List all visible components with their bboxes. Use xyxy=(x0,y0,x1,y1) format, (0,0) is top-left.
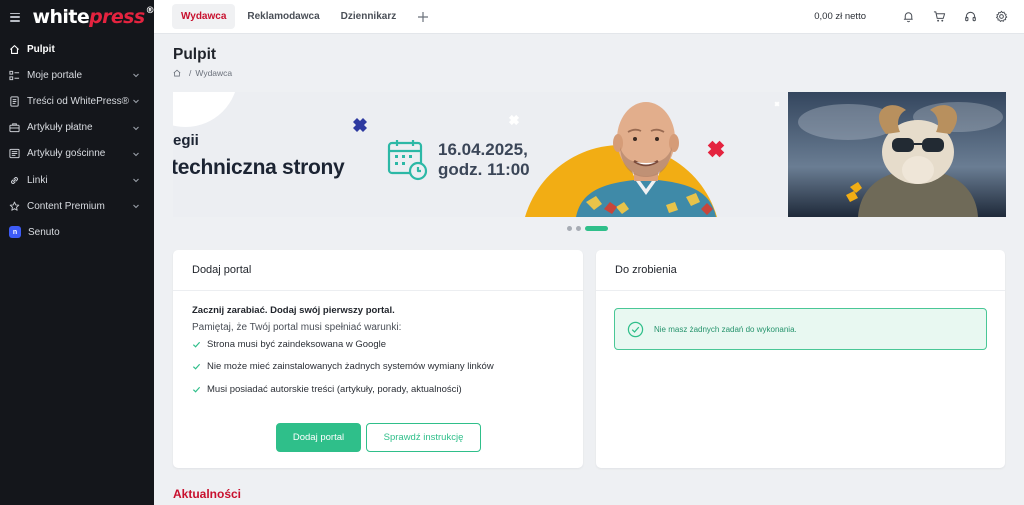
sidebar-nav: Pulpit Moje portale Treści od WhitePress… xyxy=(0,36,154,246)
sidebar-item-tresci[interactable]: Treści od WhitePress® xyxy=(0,88,154,114)
requirement-text: Strona musi być zaindeksowana w Google xyxy=(207,338,387,350)
grid-list-icon xyxy=(9,70,20,81)
chevron-down-icon xyxy=(133,178,139,183)
banner-decor-circle xyxy=(173,92,238,127)
senuto-logo-icon: n xyxy=(9,226,21,239)
add-portal-subtitle: Pamiętaj, że Twój portal musi spełniać w… xyxy=(192,322,402,333)
main-content: Pulpit / Wydawca egii techniczna strony … xyxy=(154,35,1024,505)
whitepress-logo[interactable]: white press ® xyxy=(32,5,155,28)
headset-icon[interactable] xyxy=(964,10,977,23)
check-instructions-button[interactable]: Sprawdź instrukcję xyxy=(366,423,481,452)
add-portal-actions: Dodaj portal Sprawdź instrukcję xyxy=(276,423,481,452)
tab-wydawca[interactable]: Wydawca xyxy=(172,4,236,29)
chevron-down-icon xyxy=(133,152,139,157)
news-section-title: Aktualności xyxy=(173,487,242,501)
logo-registered-mark: ® xyxy=(145,5,155,16)
banner-headline-line2: techniczna strony xyxy=(173,156,345,179)
newspaper-icon xyxy=(9,148,20,159)
menu-toggle-icon[interactable] xyxy=(10,12,20,22)
home-icon xyxy=(9,44,20,55)
promo-banner-webinar[interactable]: egii techniczna strony 16.04.2025, godz.… xyxy=(173,92,787,217)
sidebar-item-label: Moje portale xyxy=(27,69,83,81)
chevron-down-icon xyxy=(133,126,139,130)
sidebar-item-linki[interactable]: Linki xyxy=(0,167,154,193)
top-bar-actions: 0,00 zł netto xyxy=(814,10,1008,23)
logo-text-press: press xyxy=(89,5,145,28)
decor-cross-icon xyxy=(508,114,520,126)
decor-cross-icon xyxy=(353,118,367,132)
banner-time-text: godz. 11:00 xyxy=(438,160,530,180)
top-bar: Wydawca Reklamodawca Dziennikarz 0,00 zł… xyxy=(154,0,1024,34)
todo-empty-message: Nie masz żadnych zadań do wykonania. xyxy=(654,324,797,334)
sidebar-item-artykuly-goscinne[interactable]: Artykuły gościnne xyxy=(0,141,154,167)
add-portal-button[interactable]: Dodaj portal xyxy=(276,423,361,452)
card-title: Dodaj portal xyxy=(173,250,583,291)
decor-cross-icon xyxy=(707,140,725,158)
sidebar-item-senuto[interactable]: n Senuto xyxy=(0,219,154,245)
sidebar-item-label: Artykuły gościnne xyxy=(27,148,106,160)
chevron-down-icon xyxy=(133,100,139,104)
sidebar-item-content-premium[interactable]: Content Premium xyxy=(0,193,154,219)
requirement-text: Nie może mieć zainstalowanych żadnych sy… xyxy=(207,361,494,373)
carousel-indicators xyxy=(567,226,612,231)
carousel-dot[interactable] xyxy=(576,226,581,231)
tab-reklamodawca[interactable]: Reklamodawca xyxy=(238,4,328,29)
banner-headline-line1: egii xyxy=(173,132,199,149)
add-portal-lead: Zacznij zarabiać. Dodaj swój pierwszy po… xyxy=(192,305,395,316)
gear-icon[interactable] xyxy=(995,10,1008,23)
check-icon xyxy=(192,386,201,393)
card-body: Zacznij zarabiać. Dodaj swój pierwszy po… xyxy=(173,291,583,401)
sidebar-item-moje-portale[interactable]: Moje portale xyxy=(0,62,154,88)
star-icon xyxy=(9,201,20,212)
requirement-item: Musi posiadać autorskie treści (artykuły… xyxy=(192,378,583,401)
sidebar-item-artykuly-platne[interactable]: Artykuły płatne xyxy=(0,115,154,141)
check-circle-icon xyxy=(627,321,644,337)
decor-cross-icon xyxy=(774,101,780,107)
document-icon xyxy=(9,96,20,107)
check-icon xyxy=(192,341,201,348)
breadcrumb: / Wydawca xyxy=(173,68,232,78)
chevron-down-icon xyxy=(133,73,139,78)
todo-empty-alert: Nie masz żadnych zadań do wykonania. xyxy=(614,308,987,350)
home-icon[interactable] xyxy=(173,69,181,77)
sidebar: white press ® Pulpit Moje portale Treści o… xyxy=(0,0,155,505)
banner-date: 16.04.2025, godz. 11:00 xyxy=(438,140,530,181)
add-portal-card: Dodaj portal Zacznij zarabiać. Dodaj swó… xyxy=(173,250,583,468)
cart-icon[interactable] xyxy=(933,10,946,23)
chevron-down-icon xyxy=(133,204,139,209)
requirement-item: Strona musi być zaindeksowana w Google xyxy=(192,333,583,356)
sidebar-item-label: Pulpit xyxy=(27,43,55,55)
sidebar-item-label: Linki xyxy=(27,174,48,186)
todo-card: Do zrobienia Nie masz żadnych zadań do w… xyxy=(596,250,1005,468)
card-title: Do zrobienia xyxy=(596,250,1005,291)
sidebar-item-label: Treści od WhitePress® xyxy=(27,95,130,107)
briefcase-icon xyxy=(9,122,20,133)
breadcrumb-separator: / xyxy=(189,68,192,78)
link-icon xyxy=(9,175,20,186)
sidebar-item-label: Artykuły płatne xyxy=(27,122,93,134)
calendar-clock-icon xyxy=(387,140,428,181)
banner-date-text: 16.04.2025, xyxy=(438,140,528,159)
add-role-icon[interactable] xyxy=(417,11,429,23)
requirement-item: Nie może mieć zainstalowanych żadnych sy… xyxy=(192,356,583,379)
sidebar-item-pulpit[interactable]: Pulpit xyxy=(0,36,154,62)
page-title: Pulpit xyxy=(173,46,217,63)
account-balance[interactable]: 0,00 zł netto xyxy=(814,11,866,22)
check-icon xyxy=(192,364,201,370)
promo-banner-ram[interactable] xyxy=(788,92,1006,217)
breadcrumb-current[interactable]: Wydawca xyxy=(195,68,232,78)
sidebar-header: white press ® xyxy=(0,0,155,34)
tab-dziennikarz[interactable]: Dziennikarz xyxy=(332,4,406,29)
carousel-dot[interactable] xyxy=(567,226,572,231)
sidebar-item-label: Senuto xyxy=(28,226,60,238)
sidebar-item-label: Content Premium xyxy=(27,200,105,212)
ram-illustration xyxy=(788,92,1006,217)
bell-icon[interactable] xyxy=(902,10,915,23)
requirement-text: Musi posiadać autorskie treści (artykuły… xyxy=(207,383,462,395)
carousel-dot-active[interactable] xyxy=(585,226,608,231)
logo-text-white: white xyxy=(32,5,90,28)
